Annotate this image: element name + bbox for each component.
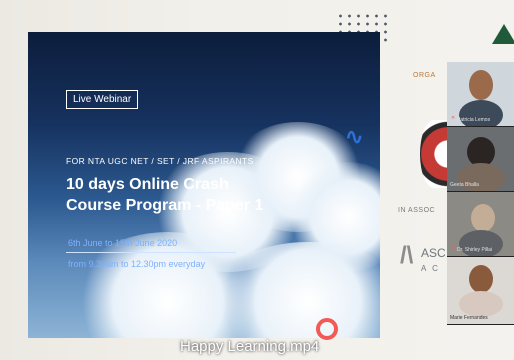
ring-icon	[316, 318, 338, 340]
academy-name: ASC	[421, 246, 446, 260]
avatar	[471, 204, 495, 232]
corner-decoration	[492, 24, 514, 44]
video-caption: Happy Learning.mp4	[180, 338, 320, 355]
avatar-shoulders	[459, 291, 503, 317]
webinar-slide: Live Webinar FOR NTA UGC NET / SET / JRF…	[28, 32, 380, 338]
live-webinar-badge: Live Webinar	[66, 90, 139, 109]
slide-tagline: FOR NTA UGC NET / SET / JRF ASPIRANTS	[66, 156, 254, 166]
participant-tile[interactable]: ✕ Patricia Lemos	[447, 62, 514, 127]
participant-tile[interactable]: Geeta Bhalla	[447, 127, 514, 192]
association-label: IN ASSOC	[398, 207, 436, 214]
slide-dates: 6th June to 15th June 2020	[68, 238, 178, 248]
slide-title: 10 days Online Crash Course Program - Pa…	[66, 174, 263, 216]
academy-logo-icon: /\	[400, 242, 414, 269]
avatar	[469, 70, 493, 100]
mic-muted-icon: ✕	[451, 245, 456, 251]
participants-panel: ✕ Patricia Lemos Geeta Bhalla ✕ Dr. Shir…	[447, 62, 514, 325]
wave-icon: ∿	[345, 124, 364, 149]
participant-name: Patricia Lemos	[457, 117, 491, 123]
college-seal-logo	[420, 120, 448, 188]
participant-name: Dr. Shirley Pillai	[457, 247, 493, 253]
participant-tile[interactable]: Marie Fernandes	[447, 257, 514, 325]
participant-name: Marie Fernandes	[450, 315, 488, 321]
slide-title-line2: Course Program - Paper 1	[66, 197, 264, 214]
participant-tile[interactable]: ✕ Dr. Shirley Pillai	[447, 192, 514, 257]
organizer-label: ORGA	[413, 72, 436, 79]
slide-time: from 9.30am to 12.30pm everyday	[68, 259, 206, 269]
dates-underline	[66, 252, 236, 253]
participant-name: Geeta Bhalla	[450, 182, 479, 188]
presentation-screen: Live Webinar FOR NTA UGC NET / SET / JRF…	[0, 0, 514, 360]
mic-muted-icon: ✕	[451, 115, 456, 121]
slide-title-line1: 10 days Online Crash	[66, 176, 229, 193]
avatar	[469, 265, 493, 293]
academy-subtext: A C	[421, 264, 440, 273]
